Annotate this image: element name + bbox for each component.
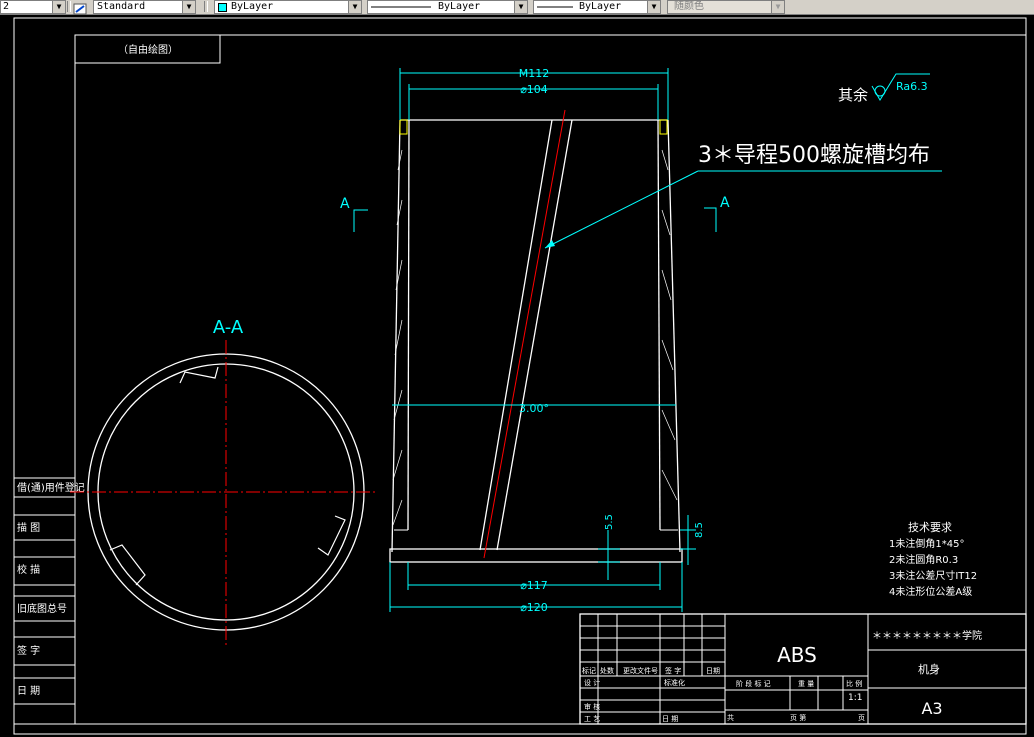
tech-req-title: 技术要求	[908, 521, 952, 534]
tb-part-name: 机身	[918, 662, 940, 676]
drawing-frame	[74, 34, 1027, 725]
section-cut-right	[704, 207, 717, 232]
section-mark-left: A	[340, 196, 350, 212]
left-col-date: 日 期	[17, 685, 40, 697]
tb-review: 审 核	[584, 702, 600, 711]
left-col-trace: 描 图	[17, 521, 40, 534]
tb-process: 工 艺	[584, 715, 600, 723]
chevron-down-icon[interactable]: ▼	[647, 1, 660, 13]
stamp-text: （自由绘图）	[118, 43, 178, 56]
text-style-select[interactable]: Standard ▼	[93, 0, 196, 14]
dimension-lines	[389, 68, 696, 612]
tb-ratio: 比 例	[846, 679, 862, 688]
combo-dim-style[interactable]: 2 ▼	[0, 0, 66, 14]
plotstyle-select[interactable]: 随颜色 ▼	[667, 0, 785, 14]
dim-angle: 3.00°	[519, 402, 549, 415]
roughness-prefix: 其余	[838, 86, 868, 104]
color-value: ByLayer	[231, 1, 274, 12]
text-style-icon[interactable]	[73, 0, 87, 15]
sheet-border	[13, 17, 1027, 735]
linetype-select[interactable]: ByLayer ▼	[367, 0, 528, 14]
tb-header-sign: 签 字	[665, 666, 681, 675]
section-cut-left	[353, 209, 368, 232]
tb-sheet-no: 页 第	[790, 713, 806, 722]
color-select[interactable]: ByLayer ▼	[214, 0, 362, 14]
tb-header-count: 处数	[600, 666, 614, 675]
section-mark-right: A	[720, 195, 730, 211]
combo-dim-style-value: 2	[3, 1, 10, 12]
tb-stage-marks: 阶 段 标 记	[736, 679, 771, 688]
chevron-down-icon[interactable]: ▼	[182, 1, 195, 13]
chevron-down-icon[interactable]: ▼	[771, 1, 784, 13]
text-style-value: Standard	[97, 1, 146, 12]
tb-scale: 1:1	[848, 693, 862, 703]
chevron-down-icon[interactable]: ▼	[348, 1, 361, 13]
tech-req-item: 3未注公差尺寸IT12	[889, 569, 977, 582]
tech-req-item: 4未注形位公差A级	[889, 585, 972, 598]
left-col-signature: 签 字	[17, 644, 40, 657]
tb-paper-size: A3	[921, 699, 942, 718]
section-label: A-A	[213, 317, 244, 338]
leader-line	[544, 170, 699, 249]
tb-material: ABS	[777, 643, 817, 667]
plotstyle-value: 随颜色	[674, 1, 704, 12]
tech-req-item: 1未注倒角1*45°	[889, 537, 964, 550]
dim-thickness-right: 8.5	[694, 522, 705, 538]
tb-header-date: 日期	[706, 667, 720, 675]
chevron-down-icon[interactable]: ▼	[514, 1, 527, 13]
dim-thickness-left: 5.5	[604, 514, 615, 530]
tb-header-mark: 标记	[582, 666, 596, 675]
dim-top-inner: ⌀104	[520, 83, 548, 96]
left-col-check: 校 描	[17, 563, 40, 576]
dim-bottom-outer: ⌀120	[520, 601, 548, 614]
tb-standardize: 标准化	[664, 678, 685, 687]
dim-bottom-inner: ⌀117	[520, 579, 548, 592]
leader-arrow-icon	[545, 240, 555, 248]
color-swatch-icon	[218, 3, 227, 12]
roughness-circle	[874, 85, 886, 97]
toolbar-separator	[67, 1, 71, 12]
lineweight-value: ByLayer	[579, 1, 622, 12]
tb-school: ＊＊＊＊＊＊＊＊＊学院	[872, 629, 982, 642]
properties-toolbar: 2 ▼ Standard ▼ ByLayer ▼ ByLayer ▼ ByLay…	[0, 0, 1034, 15]
toolbar-separator	[204, 1, 208, 12]
tb-sheets: 共	[727, 713, 734, 722]
helix-annotation: 3＊导程500螺旋槽均布	[698, 143, 930, 168]
lineweight-preview-icon	[537, 6, 573, 8]
tb-page: 页	[858, 714, 865, 722]
tb-design: 设 计	[584, 678, 600, 687]
tech-req-item: 2未注圆角R0.3	[889, 553, 958, 566]
left-col-old-number: 旧底图总号	[17, 602, 67, 615]
tb-weight: 重 量	[798, 680, 814, 688]
roughness-value: Ra6.3	[896, 80, 928, 93]
tb-date: 日 期	[662, 715, 678, 723]
dim-top-outer: M112	[519, 67, 550, 80]
chevron-down-icon[interactable]: ▼	[52, 1, 65, 13]
section-view	[70, 340, 375, 645]
drawing-canvas[interactable]: （自由绘图） 借(通)用件登记 描 图 校 描 旧底图总号 签 字 日 期 A-…	[0, 14, 1034, 737]
linetype-preview-icon	[371, 6, 431, 8]
cylinder-view	[389, 109, 683, 563]
tb-header-doc: 更改文件号	[623, 666, 658, 675]
linetype-value: ByLayer	[438, 1, 481, 12]
lineweight-select[interactable]: ByLayer ▼	[533, 0, 661, 14]
